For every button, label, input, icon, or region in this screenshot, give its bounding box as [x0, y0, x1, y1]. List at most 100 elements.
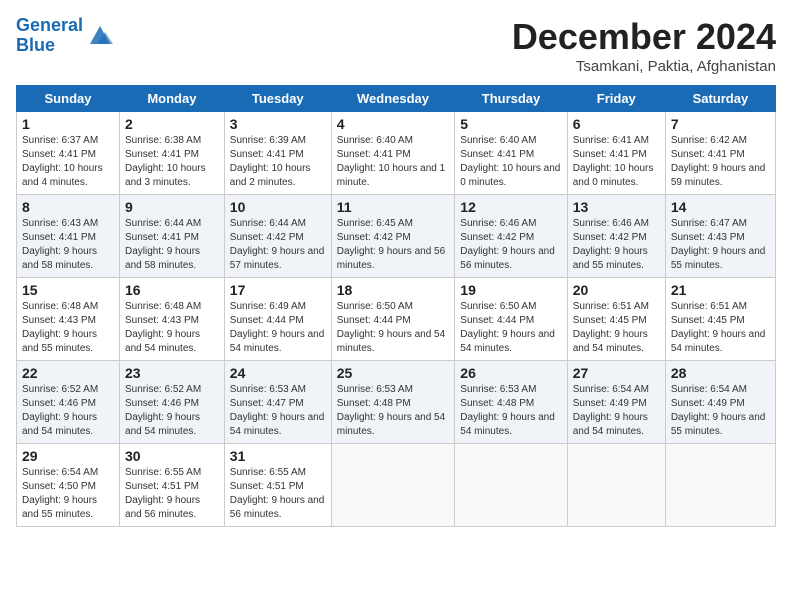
day-number: 18 [337, 282, 450, 298]
calendar-week-5: 29Sunrise: 6:54 AM Sunset: 4:50 PM Dayli… [17, 444, 776, 527]
day-info: Sunrise: 6:44 AM Sunset: 4:42 PM Dayligh… [230, 217, 326, 273]
day-info: Sunrise: 6:50 AM Sunset: 4:44 PM Dayligh… [337, 300, 450, 356]
day-info: Sunrise: 6:41 AM Sunset: 4:41 PM Dayligh… [573, 134, 660, 190]
table-row: 18 Sunrise: 6:50 AM Sunset: 4:44 PM Dayli… [331, 278, 455, 361]
calendar-table: SundayMondayTuesdayWednesdayThursdayFrid… [16, 85, 776, 527]
day-number: 17 [230, 282, 326, 298]
table-row: 13 Sunrise: 6:46 AM Sunset: 4:42 PM Dayli… [567, 195, 665, 278]
day-info: Sunrise: 6:48 AM Sunset: 4:43 PM Dayligh… [22, 300, 114, 356]
day-info: Sunrise: 6:53 AM Sunset: 4:48 PM Dayligh… [337, 383, 450, 439]
table-row: 6 Sunrise: 6:41 AM Sunset: 4:41 PM Daylig… [567, 112, 665, 195]
table-row: 9Sunrise: 6:44 AM Sunset: 4:41 PM Daylig… [120, 195, 225, 278]
day-number: 28 [671, 365, 770, 381]
page-header: General Blue December 2024 Tsamkani, Pak… [16, 16, 776, 75]
table-row: 21 Sunrise: 6:51 AM Sunset: 4:45 PM Dayli… [665, 278, 775, 361]
day-info: Sunrise: 6:51 AM Sunset: 4:45 PM Dayligh… [573, 300, 660, 356]
table-row: 29Sunrise: 6:54 AM Sunset: 4:50 PM Dayli… [17, 444, 120, 527]
day-info: Sunrise: 6:37 AM Sunset: 4:41 PM Dayligh… [22, 134, 114, 190]
day-number: 8 [22, 199, 114, 215]
col-header-tuesday: Tuesday [224, 86, 331, 112]
logo: General Blue [16, 16, 115, 56]
day-info: Sunrise: 6:45 AM Sunset: 4:42 PM Dayligh… [337, 217, 450, 273]
day-info: Sunrise: 6:38 AM Sunset: 4:41 PM Dayligh… [125, 134, 219, 190]
day-number: 24 [230, 365, 326, 381]
day-info: Sunrise: 6:50 AM Sunset: 4:44 PM Dayligh… [460, 300, 561, 356]
day-number: 12 [460, 199, 561, 215]
day-number: 14 [671, 199, 770, 215]
day-number: 23 [125, 365, 219, 381]
table-row: 10 Sunrise: 6:44 AM Sunset: 4:42 PM Dayli… [224, 195, 331, 278]
day-info: Sunrise: 6:39 AM Sunset: 4:41 PM Dayligh… [230, 134, 326, 190]
day-number: 31 [230, 448, 326, 464]
day-number: 26 [460, 365, 561, 381]
day-number: 27 [573, 365, 660, 381]
table-row: 26 Sunrise: 6:53 AM Sunset: 4:48 PM Dayli… [455, 361, 567, 444]
table-row [331, 444, 455, 527]
day-info: Sunrise: 6:52 AM Sunset: 4:46 PM Dayligh… [125, 383, 219, 439]
table-row: 17 Sunrise: 6:49 AM Sunset: 4:44 PM Dayli… [224, 278, 331, 361]
day-number: 5 [460, 116, 561, 132]
table-row: 12 Sunrise: 6:46 AM Sunset: 4:42 PM Dayli… [455, 195, 567, 278]
day-info: Sunrise: 6:48 AM Sunset: 4:43 PM Dayligh… [125, 300, 219, 356]
day-info: Sunrise: 6:54 AM Sunset: 4:50 PM Dayligh… [22, 466, 114, 522]
day-number: 11 [337, 199, 450, 215]
day-info: Sunrise: 6:51 AM Sunset: 4:45 PM Dayligh… [671, 300, 770, 356]
day-info: Sunrise: 6:52 AM Sunset: 4:46 PM Dayligh… [22, 383, 114, 439]
day-number: 2 [125, 116, 219, 132]
table-row: 11 Sunrise: 6:45 AM Sunset: 4:42 PM Dayli… [331, 195, 455, 278]
col-header-sunday: Sunday [17, 86, 120, 112]
day-number: 20 [573, 282, 660, 298]
day-info: Sunrise: 6:53 AM Sunset: 4:47 PM Dayligh… [230, 383, 326, 439]
day-number: 3 [230, 116, 326, 132]
table-row: 16Sunrise: 6:48 AM Sunset: 4:43 PM Dayli… [120, 278, 225, 361]
logo-icon [85, 24, 115, 48]
day-number: 21 [671, 282, 770, 298]
day-info: Sunrise: 6:40 AM Sunset: 4:41 PM Dayligh… [460, 134, 561, 190]
day-info: Sunrise: 6:53 AM Sunset: 4:48 PM Dayligh… [460, 383, 561, 439]
day-number: 7 [671, 116, 770, 132]
day-number: 22 [22, 365, 114, 381]
day-info: Sunrise: 6:43 AM Sunset: 4:41 PM Dayligh… [22, 217, 114, 273]
table-row: 8 Sunrise: 6:43 AM Sunset: 4:41 PM Daylig… [17, 195, 120, 278]
day-number: 19 [460, 282, 561, 298]
day-info: Sunrise: 6:54 AM Sunset: 4:49 PM Dayligh… [671, 383, 770, 439]
month-title: December 2024 [512, 16, 776, 58]
table-row: 23 Sunrise: 6:52 AM Sunset: 4:46 PM Dayli… [120, 361, 225, 444]
table-row: 31Sunrise: 6:55 AM Sunset: 4:51 PM Dayli… [224, 444, 331, 527]
table-row: 27 Sunrise: 6:54 AM Sunset: 4:49 PM Dayli… [567, 361, 665, 444]
table-row [455, 444, 567, 527]
day-info: Sunrise: 6:44 AM Sunset: 4:41 PM Dayligh… [125, 217, 219, 273]
day-number: 13 [573, 199, 660, 215]
calendar-week-1: 1 Sunrise: 6:37 AM Sunset: 4:41 PM Daylig… [17, 112, 776, 195]
col-header-saturday: Saturday [665, 86, 775, 112]
title-block: December 2024 Tsamkani, Paktia, Afghanis… [512, 16, 776, 75]
calendar-week-4: 22 Sunrise: 6:52 AM Sunset: 4:46 PM Dayli… [17, 361, 776, 444]
calendar-week-3: 15 Sunrise: 6:48 AM Sunset: 4:43 PM Dayli… [17, 278, 776, 361]
day-number: 25 [337, 365, 450, 381]
day-info: Sunrise: 6:46 AM Sunset: 4:42 PM Dayligh… [460, 217, 561, 273]
table-row: 3 Sunrise: 6:39 AM Sunset: 4:41 PM Daylig… [224, 112, 331, 195]
table-row: 4Sunrise: 6:40 AM Sunset: 4:41 PM Daylig… [331, 112, 455, 195]
table-row: 28 Sunrise: 6:54 AM Sunset: 4:49 PM Dayli… [665, 361, 775, 444]
table-row: 22 Sunrise: 6:52 AM Sunset: 4:46 PM Dayli… [17, 361, 120, 444]
location-subtitle: Tsamkani, Paktia, Afghanistan [512, 58, 776, 75]
day-info: Sunrise: 6:47 AM Sunset: 4:43 PM Dayligh… [671, 217, 770, 273]
day-info: Sunrise: 6:54 AM Sunset: 4:49 PM Dayligh… [573, 383, 660, 439]
day-number: 30 [125, 448, 219, 464]
day-number: 6 [573, 116, 660, 132]
table-row: 25 Sunrise: 6:53 AM Sunset: 4:48 PM Dayli… [331, 361, 455, 444]
day-info: Sunrise: 6:49 AM Sunset: 4:44 PM Dayligh… [230, 300, 326, 356]
day-info: Sunrise: 6:55 AM Sunset: 4:51 PM Dayligh… [125, 466, 219, 522]
table-row: 2 Sunrise: 6:38 AM Sunset: 4:41 PM Daylig… [120, 112, 225, 195]
day-number: 10 [230, 199, 326, 215]
day-number: 1 [22, 116, 114, 132]
col-header-monday: Monday [120, 86, 225, 112]
table-row: 14 Sunrise: 6:47 AM Sunset: 4:43 PM Dayli… [665, 195, 775, 278]
table-row: 19 Sunrise: 6:50 AM Sunset: 4:44 PM Dayli… [455, 278, 567, 361]
day-info: Sunrise: 6:46 AM Sunset: 4:42 PM Dayligh… [573, 217, 660, 273]
col-header-wednesday: Wednesday [331, 86, 455, 112]
day-number: 15 [22, 282, 114, 298]
day-info: Sunrise: 6:42 AM Sunset: 4:41 PM Dayligh… [671, 134, 770, 190]
col-header-friday: Friday [567, 86, 665, 112]
logo-text: General Blue [16, 16, 83, 56]
